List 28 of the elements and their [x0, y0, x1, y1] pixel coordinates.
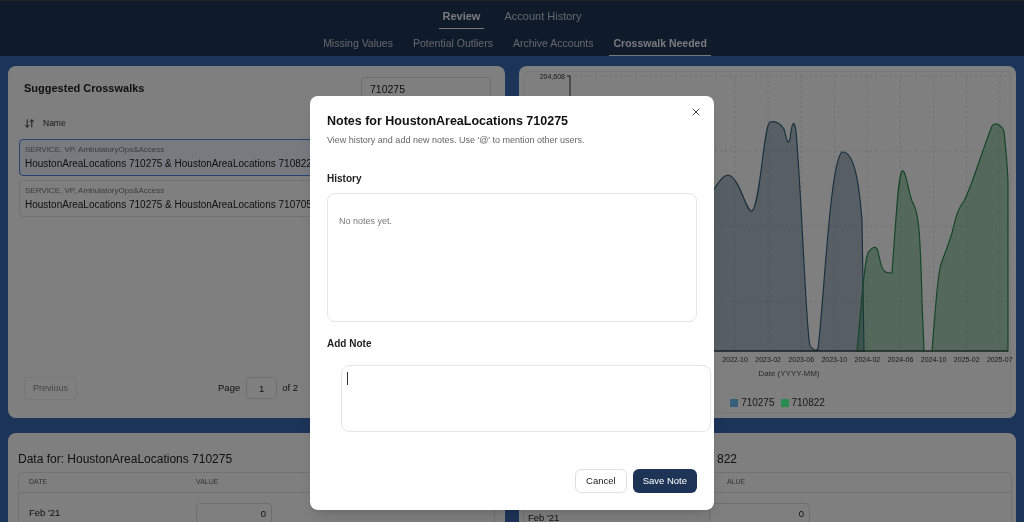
sub-tab[interactable]: Missing Values	[319, 36, 397, 56]
panel-title: Suggested Crosswalks	[23, 81, 145, 97]
value-field[interactable]: 0	[196, 502, 272, 522]
note-field[interactable]	[341, 365, 711, 433]
save-button[interactable]: Save Note	[632, 469, 697, 493]
legend-label: 710275	[741, 396, 775, 410]
sub-tab[interactable]: Archive Accounts	[508, 36, 598, 56]
item-name: HoustonAreaLocations 710275 & HoustonAreaLocations 710822	[25, 156, 313, 171]
sub-tab[interactable]: Crosswalk Needed	[609, 36, 711, 56]
cancel-button[interactable]: Cancel	[575, 469, 627, 493]
close-icon[interactable]	[690, 106, 702, 118]
nav-tab[interactable]: Review	[438, 7, 485, 29]
sub-tab[interactable]: Potential Outliers	[408, 36, 497, 56]
page-count: of 2	[282, 381, 299, 396]
panel-title: 822	[717, 451, 738, 468]
empty-message: No notes yet.	[339, 216, 393, 227]
page-field[interactable]: 1	[246, 377, 278, 400]
legend-label: 710822	[791, 396, 825, 410]
axis-title: Date (YYYY-MM)	[758, 369, 820, 378]
column-header: Name	[43, 117, 66, 130]
section-label: Add Note	[327, 337, 373, 352]
nav-tab[interactable]: Account History	[500, 7, 586, 29]
panel-title: Data for: HoustonAreaLocations 710275	[18, 451, 234, 468]
dialog-title: Notes for HoustonAreaLocations 710275	[327, 113, 570, 130]
date-cell-text: Feb '21	[527, 511, 561, 522]
date-cell-text: Feb '21	[28, 505, 62, 520]
sort-icon[interactable]	[24, 117, 35, 129]
page-label: Page	[218, 381, 241, 396]
